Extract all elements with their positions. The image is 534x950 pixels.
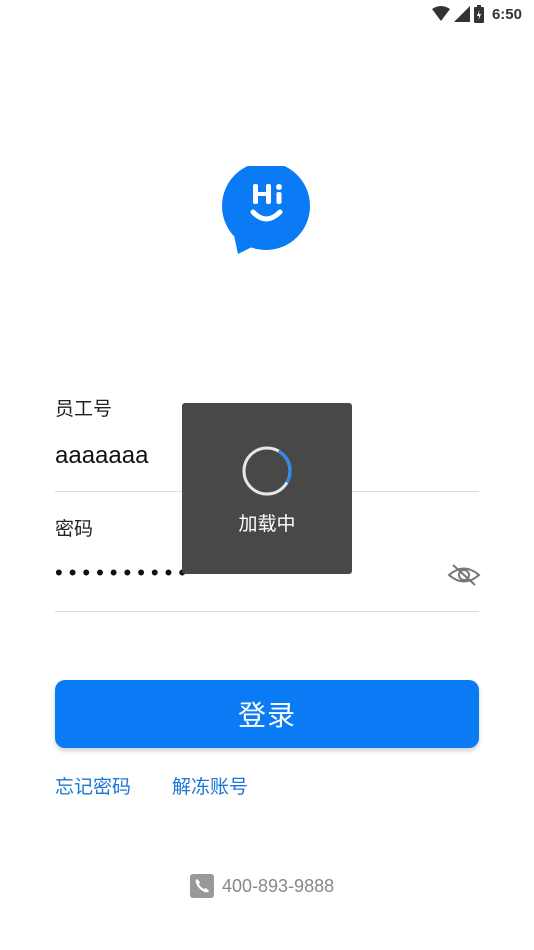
phone-icon [190, 874, 214, 898]
loading-text: 加载中 [238, 514, 296, 535]
loading-spinner-icon [242, 446, 292, 496]
password-label: 密码 [55, 519, 94, 540]
password-divider [55, 611, 479, 612]
signal-icon [453, 6, 470, 22]
wifi-icon [431, 6, 450, 21]
forgot-password-link[interactable]: 忘记密码 [55, 772, 131, 799]
login-button[interactable]: 登录 [55, 680, 479, 748]
hi-logo-icon [222, 166, 310, 254]
hotline[interactable]: 400-893-9888 [190, 874, 334, 898]
employee-input[interactable]: aaaaaaa [55, 442, 148, 470]
hide-password-eye-icon[interactable] [447, 562, 481, 588]
unfreeze-account-link[interactable]: 解冻账号 [172, 772, 248, 799]
employee-label: 员工号 [55, 399, 113, 420]
status-bar: 6:50 [0, 0, 534, 28]
status-time: 6:50 [491, 5, 522, 23]
password-input[interactable]: •••••••••• [55, 560, 192, 586]
loading-dialog: 加载中 [182, 403, 352, 574]
status-icons: 6:50 [431, 4, 522, 24]
hotline-number: 400-893-9888 [222, 875, 335, 896]
battery-icon [473, 5, 484, 23]
